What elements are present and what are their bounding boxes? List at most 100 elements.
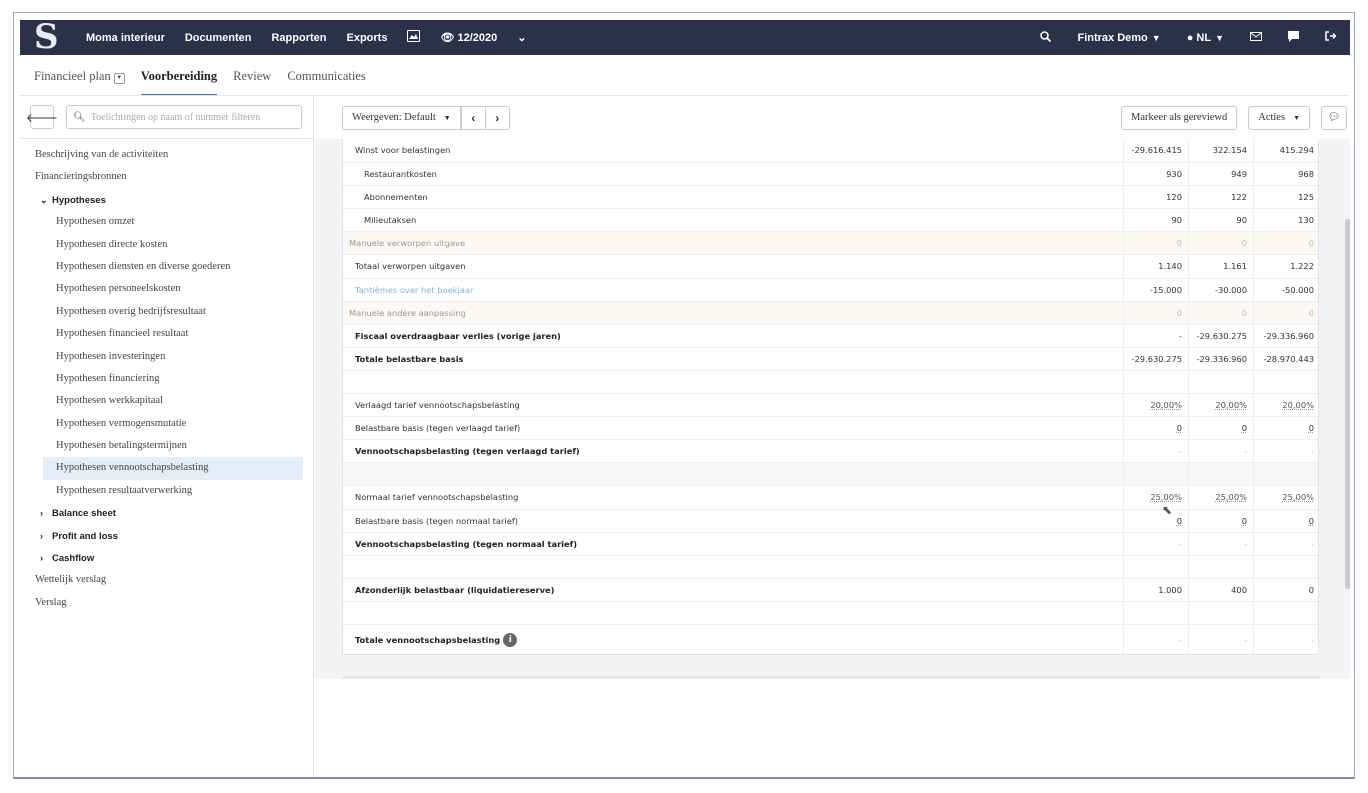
chevron-right-icon[interactable]: › (484, 106, 509, 129)
nav-exports[interactable]: Exports (346, 32, 387, 44)
sidebar-item[interactable]: Financieringsbronnen (20, 166, 313, 188)
sidebar-item[interactable]: Hypothesen directe kosten (20, 234, 313, 256)
comment-icon[interactable] (1288, 30, 1299, 45)
arrow-left-icon: 🡐 (25, 110, 59, 125)
table-row (343, 600, 1318, 624)
sidebar-item-label: Hypothesen investeringen (56, 350, 166, 362)
table-cell[interactable]: 20,00% (1123, 394, 1188, 417)
chevron-down-icon: ▼ (1215, 32, 1224, 43)
row-label: Afzonderlijk belastbaar (liquidatiereser… (343, 579, 1123, 601)
table-cell: 1.140 (1123, 255, 1188, 278)
row-label[interactable]: Tantièmes over het boekjaar (343, 279, 1123, 301)
table-cell[interactable]: 0 (1188, 232, 1253, 255)
cell-value: 1.161 (1223, 261, 1247, 272)
sidebar-item[interactable]: Hypothesen omzet (20, 211, 313, 233)
table-cell[interactable]: 0 (1123, 232, 1188, 255)
sidebar-item[interactable]: Hypothesen vermogensmutatie (20, 413, 313, 435)
info-icon[interactable]: i (503, 633, 518, 648)
period-selector[interactable]: 👁 12/2020 (440, 31, 497, 44)
table-row: Manuele andere aanpassing 0 0 0 (343, 300, 1320, 324)
logout-icon[interactable] (1325, 31, 1337, 44)
filter-input[interactable]: 🔍︎ Toelichtingen op naam of nummer filter… (66, 105, 302, 129)
sidebar-item-label: Wettelijk verslag (35, 574, 107, 586)
image-icon[interactable] (407, 30, 421, 45)
table-cell[interactable]: 0 (1123, 301, 1188, 324)
row-label: Belastbare basis (tegen verlaagd tarief) (343, 417, 1123, 439)
sidebar-item[interactable]: Hypothesen betalingstermijnen (20, 435, 313, 457)
chat-button[interactable]: 💬︎ (1321, 105, 1347, 130)
sidebar-item[interactable]: › Profit and loss (20, 525, 313, 547)
table-cell: 120 (1123, 186, 1188, 209)
language-dropdown[interactable]: ● NL ▼ (1187, 32, 1224, 44)
table-cell: - (1123, 624, 1188, 654)
back-button[interactable]: 🡐 (26, 105, 58, 129)
cell-value: 20,00% (1282, 400, 1314, 411)
cell-value: -30.000 (1214, 284, 1247, 295)
table-cell[interactable]: 0 (1188, 417, 1253, 440)
sidebar-item[interactable]: Wettelijk verslag (20, 569, 313, 591)
table-cell[interactable]: 20,00% (1253, 394, 1320, 417)
table-cell[interactable]: 0 (1188, 509, 1253, 532)
globe-icon: ● (1186, 31, 1194, 44)
actions-dropdown[interactable]: Acties ▼ (1248, 105, 1310, 130)
tab-financieel-plan[interactable]: Financieel plan ▼ (34, 65, 125, 97)
chevron-down-icon[interactable]: ⌄ (517, 31, 526, 44)
sidebar-item[interactable]: Hypothesen personeelskosten (20, 278, 313, 300)
logo[interactable]: S (20, 20, 76, 55)
row-label (343, 556, 1123, 578)
table-cell: 122 (1188, 186, 1253, 209)
table-cell[interactable]: 20,00% (1188, 394, 1253, 417)
table-cell[interactable]: 25,00% (1253, 486, 1320, 509)
chevron-left-icon[interactable]: ‹ (460, 106, 485, 129)
table-cell[interactable]: 0 (1253, 417, 1320, 440)
scrollbar[interactable] (1345, 219, 1350, 589)
nav-rapporten[interactable]: Rapporten (271, 32, 326, 44)
table-cell: -15.000 (1123, 278, 1188, 301)
cell-value: 400 (1231, 584, 1247, 595)
table-cell: 930 (1123, 163, 1188, 186)
table-cell[interactable]: 25,00% (1188, 486, 1253, 509)
tab-communicaties[interactable]: Communicaties (287, 65, 365, 97)
cell-value: 20,00% (1150, 400, 1182, 411)
table-cell[interactable]: 0 (1253, 301, 1320, 324)
sidebar-item[interactable]: Hypothesen financiering (20, 368, 313, 390)
table-cell[interactable]: 0 (1188, 301, 1253, 324)
tab-voorbereiding[interactable]: Voorbereiding (140, 65, 218, 97)
row-label: Totaal verworpen uitgaven (343, 255, 1123, 277)
sidebar-item[interactable]: Hypothesen financieel resultaat (20, 323, 313, 345)
sidebar-item[interactable]: Hypothesen investeringen (20, 346, 313, 368)
search-icon[interactable] (1040, 30, 1052, 45)
cell-value: 0 (1176, 423, 1182, 434)
table-cell: 130 (1253, 209, 1320, 232)
view-dropdown[interactable]: Weergeven: Default ▼ (342, 105, 461, 130)
sidebar-item[interactable]: Verslag (20, 592, 313, 614)
cell-value: - (1179, 330, 1182, 341)
table-cell[interactable]: 0 (1253, 232, 1320, 255)
table-cell[interactable]: 0 (1123, 509, 1188, 532)
nav-company[interactable]: Moma interieur (86, 32, 165, 44)
table-row: Totale vennootschapsbelasting i - - - (343, 623, 1318, 654)
cell-value: 322.154 (1212, 145, 1247, 155)
sidebar-item[interactable]: Beschrijving van de activiteiten (20, 144, 313, 166)
sidebar-item[interactable]: Hypothesen overig bedrijfsresultaat (20, 301, 313, 323)
mouse-cursor-icon: ⬉ (1162, 503, 1173, 517)
sidebar-item[interactable]: Hypothesen werkkapitaal (20, 390, 313, 412)
sidebar-item[interactable]: Hypothesen resultaatverwerking (20, 480, 313, 502)
chevron-down-icon[interactable]: ▼ (113, 73, 125, 84)
sidebar-item[interactable]: Hypothesen vennootschapsbelasting (43, 457, 303, 480)
table-cell[interactable]: 0 (1253, 509, 1320, 532)
table-row: Totale belastbare basis -29.630.275 -29.33… (343, 346, 1318, 370)
tab-review[interactable]: Review (233, 65, 271, 97)
table-cell: -29.336.960 (1253, 324, 1320, 347)
sidebar-item[interactable]: › Cashflow (20, 547, 313, 569)
table-cell[interactable]: 25,00% (1123, 486, 1188, 509)
company-dropdown[interactable]: Fintrax Demo ▼ (1077, 32, 1160, 44)
nav-documenten[interactable]: Documenten (185, 32, 252, 44)
sidebar-item[interactable]: ⌄ Hypotheses (20, 189, 313, 211)
sidebar-item[interactable]: Hypothesen diensten en diverse goederen (20, 256, 313, 278)
mark-reviewed-button[interactable]: Markeer als gereviewd (1121, 105, 1238, 130)
mail-icon[interactable] (1250, 31, 1262, 44)
table-cell[interactable]: 0 (1123, 417, 1188, 440)
sidebar-item[interactable]: › Balance sheet (20, 502, 313, 524)
cell-value: 0 (1176, 515, 1182, 526)
